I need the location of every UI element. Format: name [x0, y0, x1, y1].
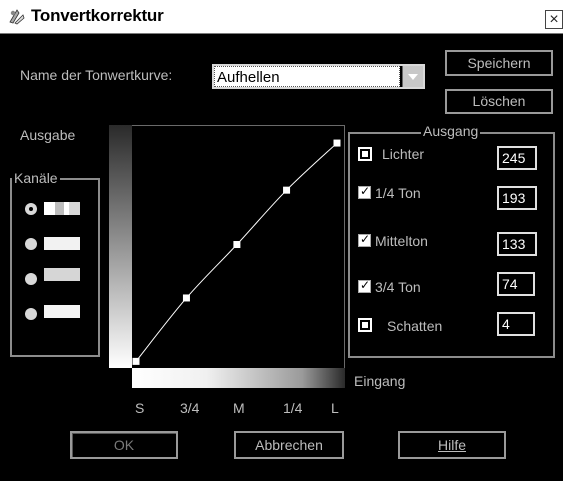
channel-radio-1[interactable]: [25, 238, 37, 250]
input-axis-label: Eingang: [354, 373, 406, 389]
save-button-label: Speichern: [467, 55, 531, 71]
curve-name-combobox[interactable]: Aufhellen: [212, 64, 425, 89]
window-title: Tonvertkorrektur: [31, 6, 164, 25]
midtone-checkbox[interactable]: [358, 232, 371, 247]
midtone-label: Mittelton: [375, 233, 428, 249]
lichter-label: Lichter: [382, 146, 425, 162]
schatten-toggle[interactable]: [358, 318, 372, 332]
channel-radio-0[interactable]: [25, 203, 37, 215]
channel-swatch-0[interactable]: [44, 202, 80, 215]
help-button-label: Hilfe: [437, 437, 466, 453]
schatten-value-field[interactable]: 4: [497, 312, 535, 336]
lichter-toggle[interactable]: [358, 147, 372, 161]
curve-control-point-4[interactable]: [333, 139, 341, 147]
title-bar[interactable]: Tonvertkorrektur ×: [0, 0, 563, 34]
delete-button-label: Löschen: [472, 93, 526, 109]
ok-button-label: OK: [113, 437, 135, 453]
output-group-title: Ausgang: [421, 123, 481, 139]
quarter-tone-label: 1/4 Ton: [375, 185, 421, 201]
quarter-tone-checkbox[interactable]: [358, 184, 371, 199]
output-gradient-bar: [109, 125, 132, 368]
delete-button[interactable]: Löschen: [445, 89, 553, 114]
tone-curve-plot[interactable]: [132, 125, 345, 368]
channel-radio-3[interactable]: [25, 308, 37, 320]
three-quarter-tone-checkbox[interactable]: [358, 278, 371, 293]
help-button[interactable]: Hilfe: [398, 431, 506, 459]
close-button[interactable]: ×: [545, 10, 563, 29]
curve-control-point-0[interactable]: [132, 357, 140, 365]
input-tick-1-4: 1/4: [283, 400, 303, 416]
channels-title: Kanäle: [12, 170, 60, 186]
input-tick-m: M: [233, 400, 245, 416]
cancel-button[interactable]: Abbrechen: [234, 431, 344, 459]
save-button[interactable]: Speichern: [445, 50, 553, 76]
schatten-label: Schatten: [387, 318, 443, 334]
channel-swatch-3[interactable]: [44, 305, 80, 318]
chevron-down-icon[interactable]: [402, 66, 423, 87]
curve-control-point-3[interactable]: [283, 186, 291, 194]
dialog-window: Tonvertkorrektur × Name der Tonwertkurve…: [0, 0, 563, 481]
output-axis-label: Ausgabe: [20, 127, 76, 143]
cancel-button-label: Abbrechen: [255, 437, 323, 453]
curve-name-value[interactable]: Aufhellen: [214, 66, 400, 87]
curve-control-point-1[interactable]: [182, 294, 190, 302]
lichter-value-field[interactable]: 245: [497, 146, 537, 170]
three-quarter-tone-label: 3/4 Ton: [375, 279, 421, 295]
tone-curve-line: [135, 142, 338, 362]
channel-swatch-1[interactable]: [44, 237, 80, 250]
input-tick-3-4: 3/4: [180, 400, 200, 416]
channel-radio-2[interactable]: [25, 273, 37, 285]
curve-name-label: Name der Tonwertkurve:: [20, 67, 173, 83]
quarter-tone-value-field[interactable]: 193: [497, 186, 537, 210]
three-quarter-tone-value-field[interactable]: 74: [497, 272, 535, 296]
curve-control-point-2[interactable]: [233, 241, 241, 249]
input-tick-l: L: [331, 400, 339, 416]
input-tick-s: S: [135, 400, 145, 416]
input-gradient-bar: [132, 367, 345, 388]
channel-swatch-2[interactable]: [44, 268, 80, 281]
tone-curve-svg[interactable]: [132, 126, 345, 369]
app-icon: [9, 9, 25, 25]
midtone-value-field[interactable]: 133: [497, 232, 537, 256]
ok-button[interactable]: OK: [70, 431, 178, 459]
